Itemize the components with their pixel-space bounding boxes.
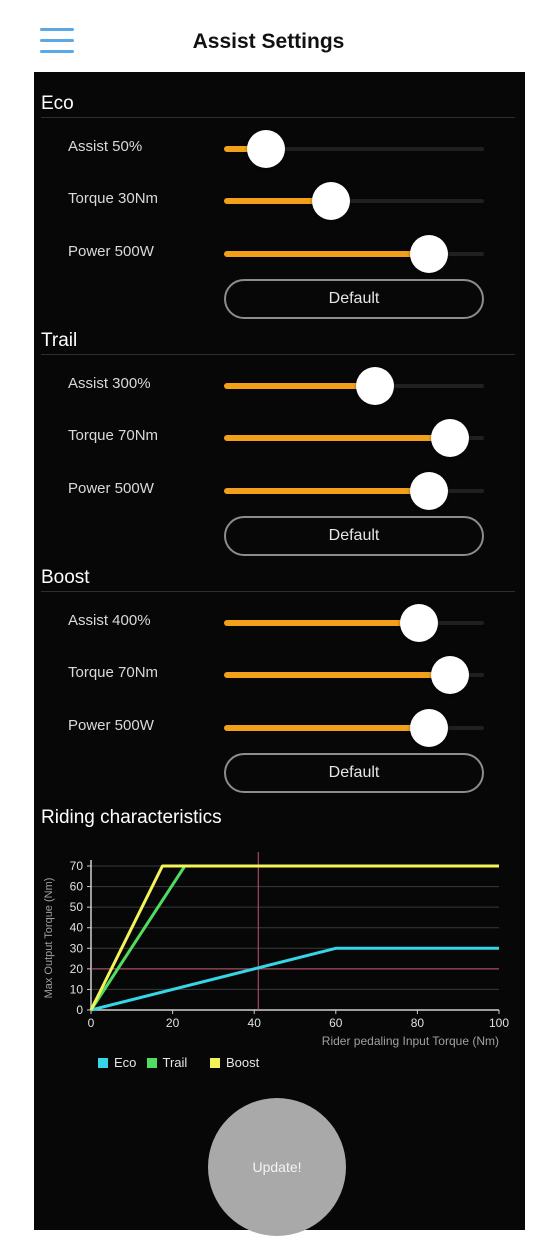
boost-torque-slider[interactable] [224,656,484,694]
boost-torque-label: Torque 70Nm [68,664,159,681]
slider-thumb[interactable] [246,130,285,168]
boost-power-slider[interactable] [224,709,484,747]
trail-power-slider[interactable] [224,472,484,510]
y-tick-label: 50 [70,900,84,914]
trail-power-label: Power 500W [68,480,154,497]
eco-torque-slider[interactable] [224,182,484,220]
nav-bar: Assist Settings [0,0,537,72]
y-tick-label: 70 [70,859,84,873]
x-tick-label: 20 [166,1016,180,1030]
section-divider [41,354,515,355]
trail-assist-slider[interactable] [224,367,484,405]
slider-thumb[interactable] [400,604,438,642]
x-axis-label: Rider pedaling Input Torque (Nm) [322,1034,499,1048]
boost-power-label: Power 500W [68,717,154,734]
series-line-boost [89,864,499,1011]
legend-label: Boost [226,1055,260,1070]
riding-characteristics-chart: 0 10 20 30 40 50 60 70 0 20 40 60 80 100 Rider pedalin… [43,852,509,1048]
x-tick-label: 80 [411,1016,425,1030]
series-line-eco [90,946,499,1012]
section-divider [41,591,515,592]
eco-assist-slider[interactable] [224,130,484,168]
legend-label: Eco [114,1055,137,1070]
y-tick-label: 40 [70,921,84,935]
slider-thumb[interactable] [311,182,350,220]
eco-power-slider[interactable] [224,235,484,273]
page-title: Assist Settings [192,30,345,53]
y-tick-label: 10 [70,982,84,996]
trail-default-button[interactable]: Default [224,516,484,556]
boost-assist-label: Assist 400% [68,612,151,629]
x-tick-label: 60 [329,1016,343,1030]
slider-thumb[interactable] [410,709,449,747]
slider-thumb[interactable] [431,419,470,457]
legend-swatch [146,1058,157,1068]
section-title-boost: Boost [41,567,90,588]
x-tick-label: 100 [489,1016,509,1030]
update-button[interactable]: Update! [208,1098,346,1236]
slider-thumb[interactable] [355,367,394,405]
y-tick-label: 60 [70,880,84,894]
trail-torque-slider[interactable] [224,419,484,457]
section-title-trail: Trail [41,330,78,351]
slider-thumb[interactable] [410,235,449,273]
legend-swatch [210,1058,220,1068]
section-title-eco: Eco [41,93,74,114]
chart-title: Riding characteristics [41,807,222,828]
boost-assist-slider[interactable] [224,604,484,642]
y-tick-label: 0 [76,1003,83,1017]
eco-power-label: Power 500W [68,243,154,260]
x-tick-label: 40 [248,1016,262,1030]
y-axis-label: Max Output Torque (Nm) [43,878,55,999]
slider-thumb[interactable] [410,472,449,510]
boost-default-button[interactable]: Default [224,753,484,793]
trail-assist-label: Assist 300% [68,375,151,392]
eco-assist-label: Assist 50% [68,138,143,155]
section-divider [41,117,515,118]
slider-thumb[interactable] [431,656,470,694]
legend-item-boost: Boost [210,1055,259,1070]
legend-item-trail: Trail [146,1055,188,1070]
eco-default-button[interactable]: Default [224,279,484,319]
eco-torque-label: Torque 30Nm [68,190,159,207]
settings-screen: Eco Assist 50% Torque 30Nm Power 500W De… [34,72,525,1236]
x-tick-label: 0 [88,1016,95,1030]
legend-item-eco: Eco [98,1055,136,1070]
trail-torque-label: Torque 70Nm [68,427,159,444]
legend-swatch [98,1058,108,1068]
y-tick-label: 30 [70,941,84,955]
y-tick-label: 20 [70,962,84,976]
legend-label: Trail [162,1055,188,1070]
